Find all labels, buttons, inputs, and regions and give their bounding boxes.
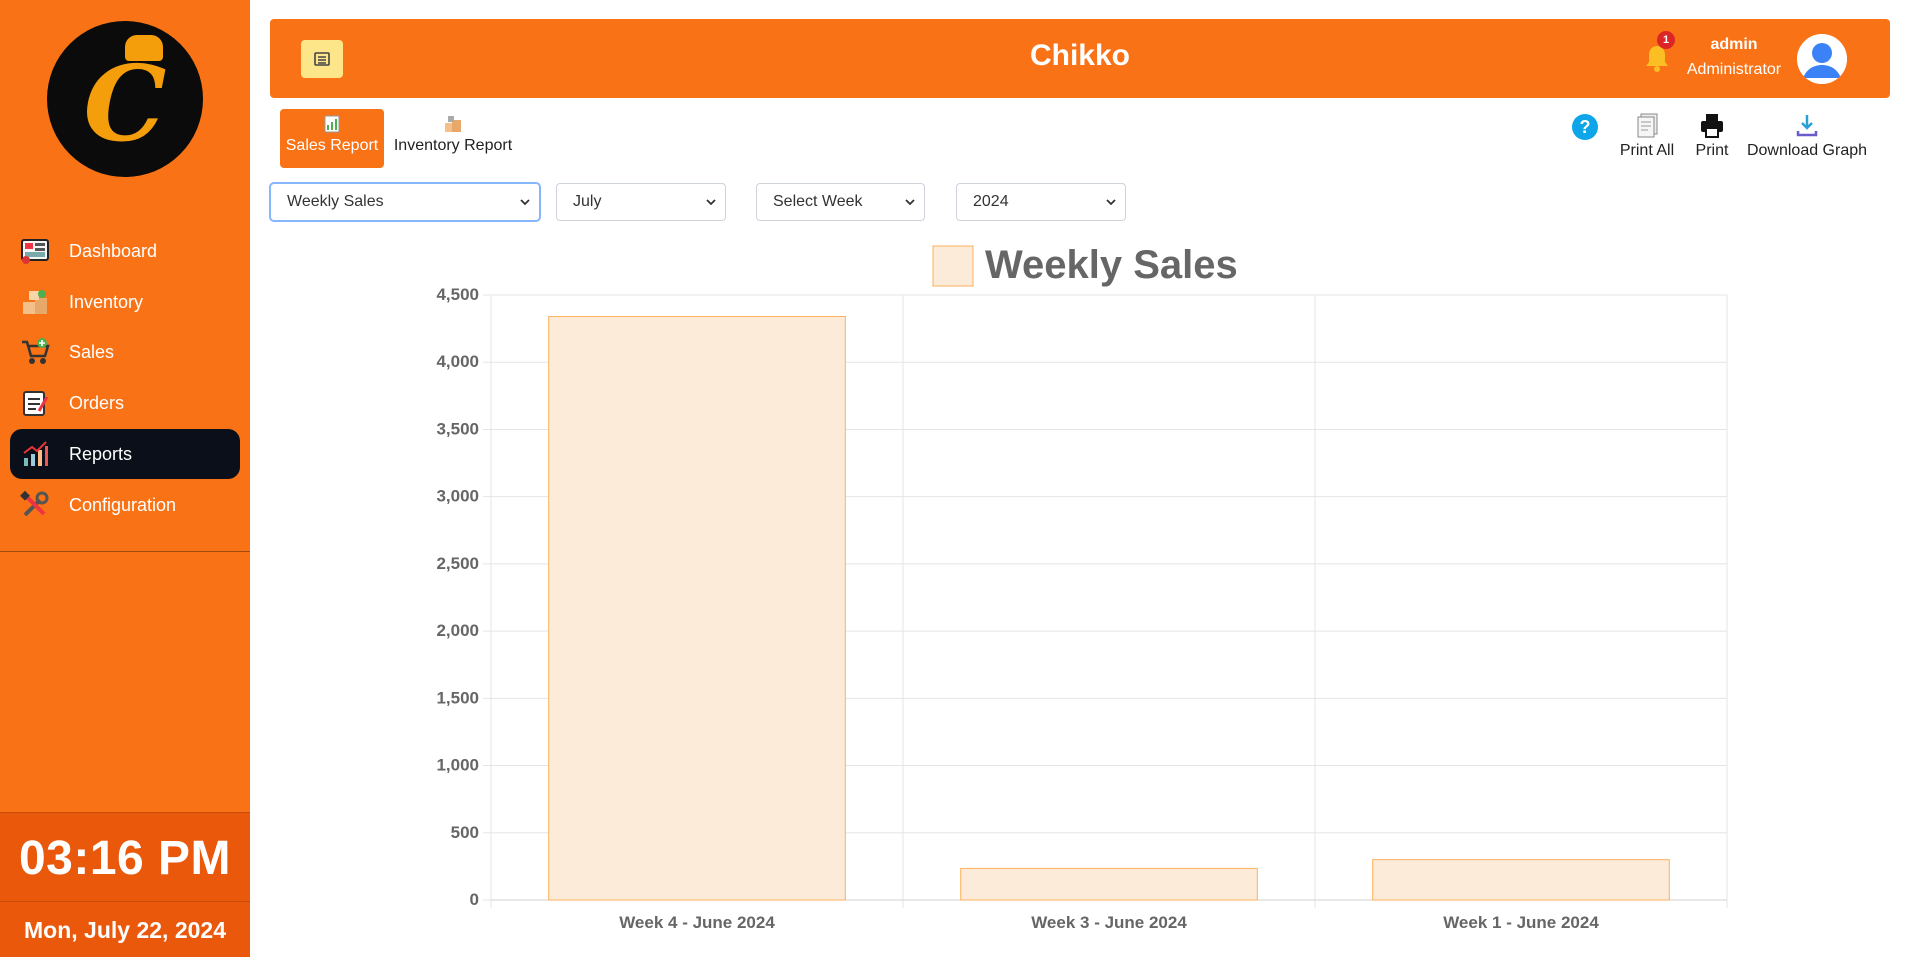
x-tick-label: Week 3 - June 2024 xyxy=(1031,913,1187,932)
y-tick-label: 0 xyxy=(470,890,479,909)
reports-icon xyxy=(20,439,50,469)
chevron-down-icon xyxy=(706,199,716,206)
report-type-value: Weekly Sales xyxy=(287,193,384,210)
bar xyxy=(960,867,1258,901)
month-value: July xyxy=(573,193,602,210)
week-value: Select Week xyxy=(773,193,863,210)
y-tick-label: 1,000 xyxy=(436,756,479,775)
print-label: Print xyxy=(1695,142,1729,159)
cart-icon xyxy=(20,337,50,367)
inventory-icon xyxy=(20,287,50,317)
y-tick-label: 2,500 xyxy=(436,554,479,573)
tab-inventory-report[interactable]: Inventory Report xyxy=(389,109,517,168)
sidebar-item-configuration[interactable]: Configuration xyxy=(10,480,240,530)
y-tick-label: 3,000 xyxy=(436,487,479,506)
tools-icon xyxy=(20,490,50,520)
y-tick-label: 500 xyxy=(451,823,479,842)
sidebar-item-inventory[interactable]: Inventory xyxy=(10,277,240,327)
y-tick-label: 2,000 xyxy=(436,621,479,640)
chevron-down-icon xyxy=(905,199,915,206)
avatar[interactable] xyxy=(1797,34,1847,84)
notification-badge: 1 xyxy=(1657,31,1675,49)
chart-svg: 0 500 1,000 1,500 2,000 2,500 3,000 3,500 4,000 4… xyxy=(436,243,1728,932)
user-name: admin xyxy=(1710,36,1758,53)
y-tick-label: 3,500 xyxy=(436,419,479,438)
bar xyxy=(1372,859,1670,901)
sidebar-item-label: Dashboard xyxy=(69,240,158,261)
print-all-icon xyxy=(1637,113,1658,138)
print-all-label: Print All xyxy=(1619,142,1675,159)
report-type-select[interactable]: Weekly Sales xyxy=(270,183,540,221)
chevron-down-icon xyxy=(1106,199,1116,206)
sidebar: C Dashboard Inventory Sales Orders Repor… xyxy=(0,0,250,957)
tab-label: Inventory Report xyxy=(393,137,513,154)
printer-icon xyxy=(1701,114,1723,138)
y-tick-label: 1,500 xyxy=(436,688,479,707)
inventory-report-icon xyxy=(445,116,461,132)
chef-hat-icon xyxy=(125,35,163,61)
sidebar-item-label: Sales xyxy=(69,341,115,362)
logo-letter: C xyxy=(83,42,167,165)
app-root: C Dashboard Inventory Sales Orders Repor… xyxy=(0,0,1919,957)
top-header: Chikko 1 admin Administrator xyxy=(270,19,1890,98)
bar xyxy=(548,316,846,901)
user-avatar-icon xyxy=(1797,34,1847,84)
month-select[interactable]: July xyxy=(556,183,726,221)
y-tick-label: 4,500 xyxy=(436,285,479,304)
clock-time: 03:16 PM xyxy=(18,832,232,885)
x-tick-label: Week 4 - June 2024 xyxy=(619,913,775,932)
orders-icon xyxy=(20,388,50,418)
sidebar-item-label: Orders xyxy=(69,392,125,413)
download-graph-label: Download Graph xyxy=(1746,142,1868,159)
year-value: 2024 xyxy=(973,193,1009,210)
legend-swatch xyxy=(932,245,974,287)
sidebar-item-label: Configuration xyxy=(69,494,177,515)
logo: C xyxy=(47,21,203,177)
week-select[interactable]: Select Week xyxy=(756,183,925,221)
download-icon xyxy=(1796,115,1818,137)
sidebar-item-reports[interactable]: Reports xyxy=(10,429,240,479)
sidebar-item-label: Inventory xyxy=(69,291,144,312)
clock-divider xyxy=(0,901,250,902)
clock-panel: 03:16 PM Mon, July 22, 2024 xyxy=(0,812,250,957)
tab-sales-report[interactable]: Sales Report xyxy=(280,109,384,168)
x-tick-label: Week 1 - June 2024 xyxy=(1443,913,1599,932)
y-tick-label: 4,000 xyxy=(436,352,479,371)
year-select[interactable]: 2024 xyxy=(956,183,1126,221)
tab-label: Sales Report xyxy=(285,137,379,154)
sidebar-item-label: Reports xyxy=(69,443,133,464)
sidebar-item-orders[interactable]: Orders xyxy=(10,378,240,428)
user-role: Administrator xyxy=(1686,61,1782,78)
weekly-sales-chart: 0 500 1,000 1,500 2,000 2,500 3,000 3,500 4,000 4… xyxy=(400,230,1760,950)
sidebar-divider xyxy=(0,551,250,552)
sales-report-icon xyxy=(324,115,340,133)
legend-label: Weekly Sales xyxy=(985,243,1238,287)
sidebar-item-dashboard[interactable]: Dashboard xyxy=(10,226,240,276)
chevron-down-icon xyxy=(520,199,530,206)
sidebar-item-sales[interactable]: Sales xyxy=(10,327,240,377)
dashboard-icon xyxy=(20,236,50,266)
help-icon[interactable]: ? xyxy=(1572,114,1598,140)
clock-date: Mon, July 22, 2024 xyxy=(24,917,226,943)
